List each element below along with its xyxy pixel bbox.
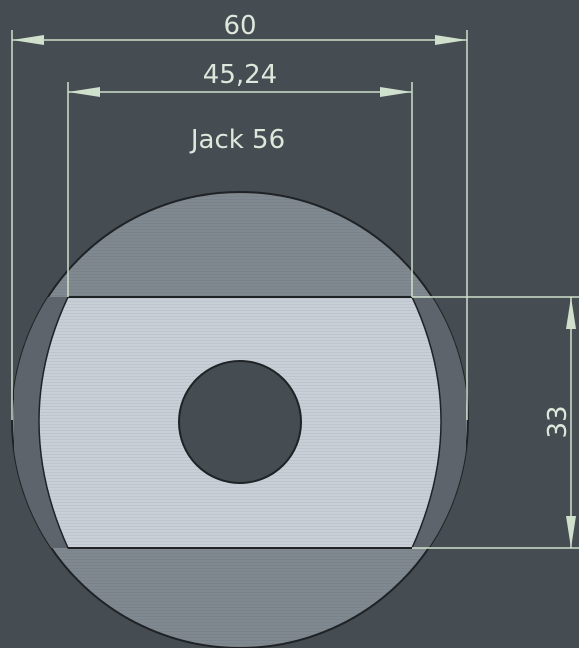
technical-drawing: 60 45,24 Jack 56 33 [11, 11, 579, 648]
arrowhead-left-outer [12, 35, 44, 45]
part-label: Jack 56 [189, 125, 285, 155]
dimension-flat-height-text: 33 [543, 405, 573, 438]
dimension-flat-width-text: 45,24 [203, 60, 277, 90]
arrowhead-right-flat [380, 87, 412, 97]
arrowhead-bottom-height [566, 516, 576, 548]
arrowhead-left-flat [68, 87, 100, 97]
dimension-outer-width-text: 60 [223, 11, 256, 41]
arrowhead-right-outer [435, 35, 467, 45]
arrowhead-top-height [566, 297, 576, 329]
center-hole [178, 360, 302, 484]
